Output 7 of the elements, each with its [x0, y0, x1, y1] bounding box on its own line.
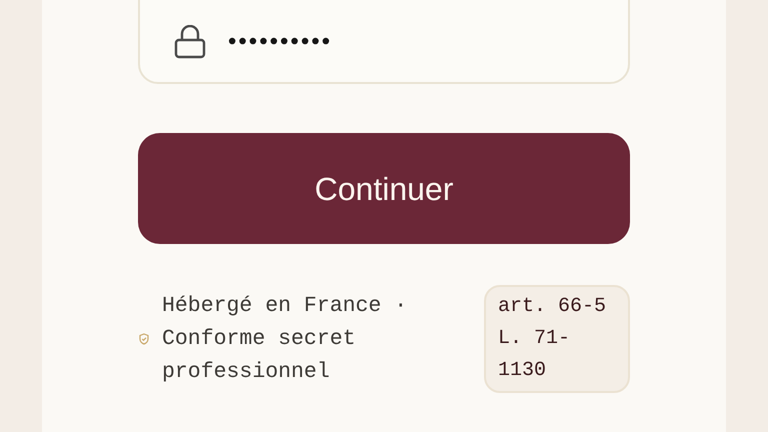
hosting-notice: Hébergé en France · Conforme secret professionnel	[162, 292, 408, 386]
legal-reference-badge: art. 66-5 L. 71-1130	[484, 285, 630, 393]
lock-icon	[174, 25, 206, 59]
password-value: ••••••••••	[228, 27, 332, 57]
continue-button[interactable]: Continuer	[138, 133, 630, 244]
password-field[interactable]: ••••••••••	[138, 0, 630, 84]
shield-icon	[139, 333, 149, 345]
